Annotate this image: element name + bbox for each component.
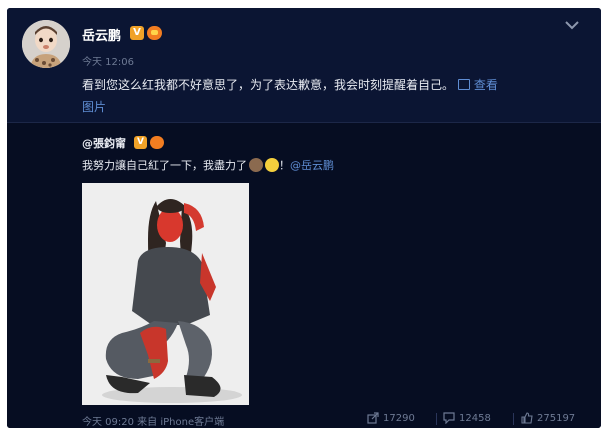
repost-crown-icon (150, 136, 164, 149)
repost-meta: 今天 09:20 来自 iPhone客户端 (82, 417, 225, 428)
post-text: 看到您这么红我都不好意思了，为了表达歉意，我会时刻提醒着自己。 (82, 78, 455, 92)
view-pic-label-1: 查看 (473, 78, 498, 92)
weibo-card: 岳云鹏 V 今天 12:06 看到您这么红我都不好意思了，为了表达歉意，我会时刻… (7, 8, 601, 428)
avatar[interactable] (22, 20, 70, 68)
member-crown-icon (147, 26, 162, 40)
reposted-content: @張鈞甯 V 我努力讓自己紅了一下，我盡力了 ！@岳云鹏 今天 09:20 来自… (7, 123, 601, 428)
stats-separator (513, 413, 514, 425)
image-icon (457, 79, 470, 90)
stats-separator (436, 413, 437, 425)
like-count-value: 275197 (537, 413, 576, 424)
repost-text-end: ！ (279, 159, 290, 172)
repost-photo[interactable] (82, 183, 249, 405)
moon-emoji-icon (265, 158, 279, 172)
post-time: 今天 12:06 (82, 57, 134, 68)
like-icon (521, 412, 533, 424)
repost-verified-badge: V (134, 136, 147, 149)
chevron-down-icon[interactable] (563, 18, 581, 32)
repost-author[interactable]: @張鈞甯 (82, 135, 126, 151)
like-count[interactable]: 275197 (521, 412, 575, 424)
original-post: 岳云鹏 V 今天 12:06 看到您这么红我都不好意思了，为了表达歉意，我会时刻… (7, 8, 601, 122)
comment-icon (443, 412, 455, 425)
post-content: 看到您这么红我都不好意思了，为了表达歉意，我会时刻提醒着自己。 查看图片 (82, 74, 578, 118)
comment-count-value: 12458 (459, 413, 491, 424)
share-icon (367, 412, 379, 424)
portrait-photo (82, 183, 249, 405)
view-pic-label-2: 图片 (82, 100, 107, 114)
comment-count[interactable]: 12458 (443, 412, 491, 425)
author-name[interactable]: 岳云鹏 (82, 25, 121, 44)
repost-text-line: 我努力讓自己紅了一下，我盡力了 ！@岳云鹏 (82, 157, 334, 173)
mention-link[interactable]: @岳云鹏 (290, 159, 334, 172)
avatar-image (22, 20, 70, 68)
share-count[interactable]: 17290 (367, 412, 415, 424)
share-count-value: 17290 (383, 413, 415, 424)
verified-badge: V (130, 26, 144, 40)
owl-emoji-icon (249, 158, 263, 172)
repost-text: 我努力讓自己紅了一下，我盡力了 (82, 159, 247, 172)
